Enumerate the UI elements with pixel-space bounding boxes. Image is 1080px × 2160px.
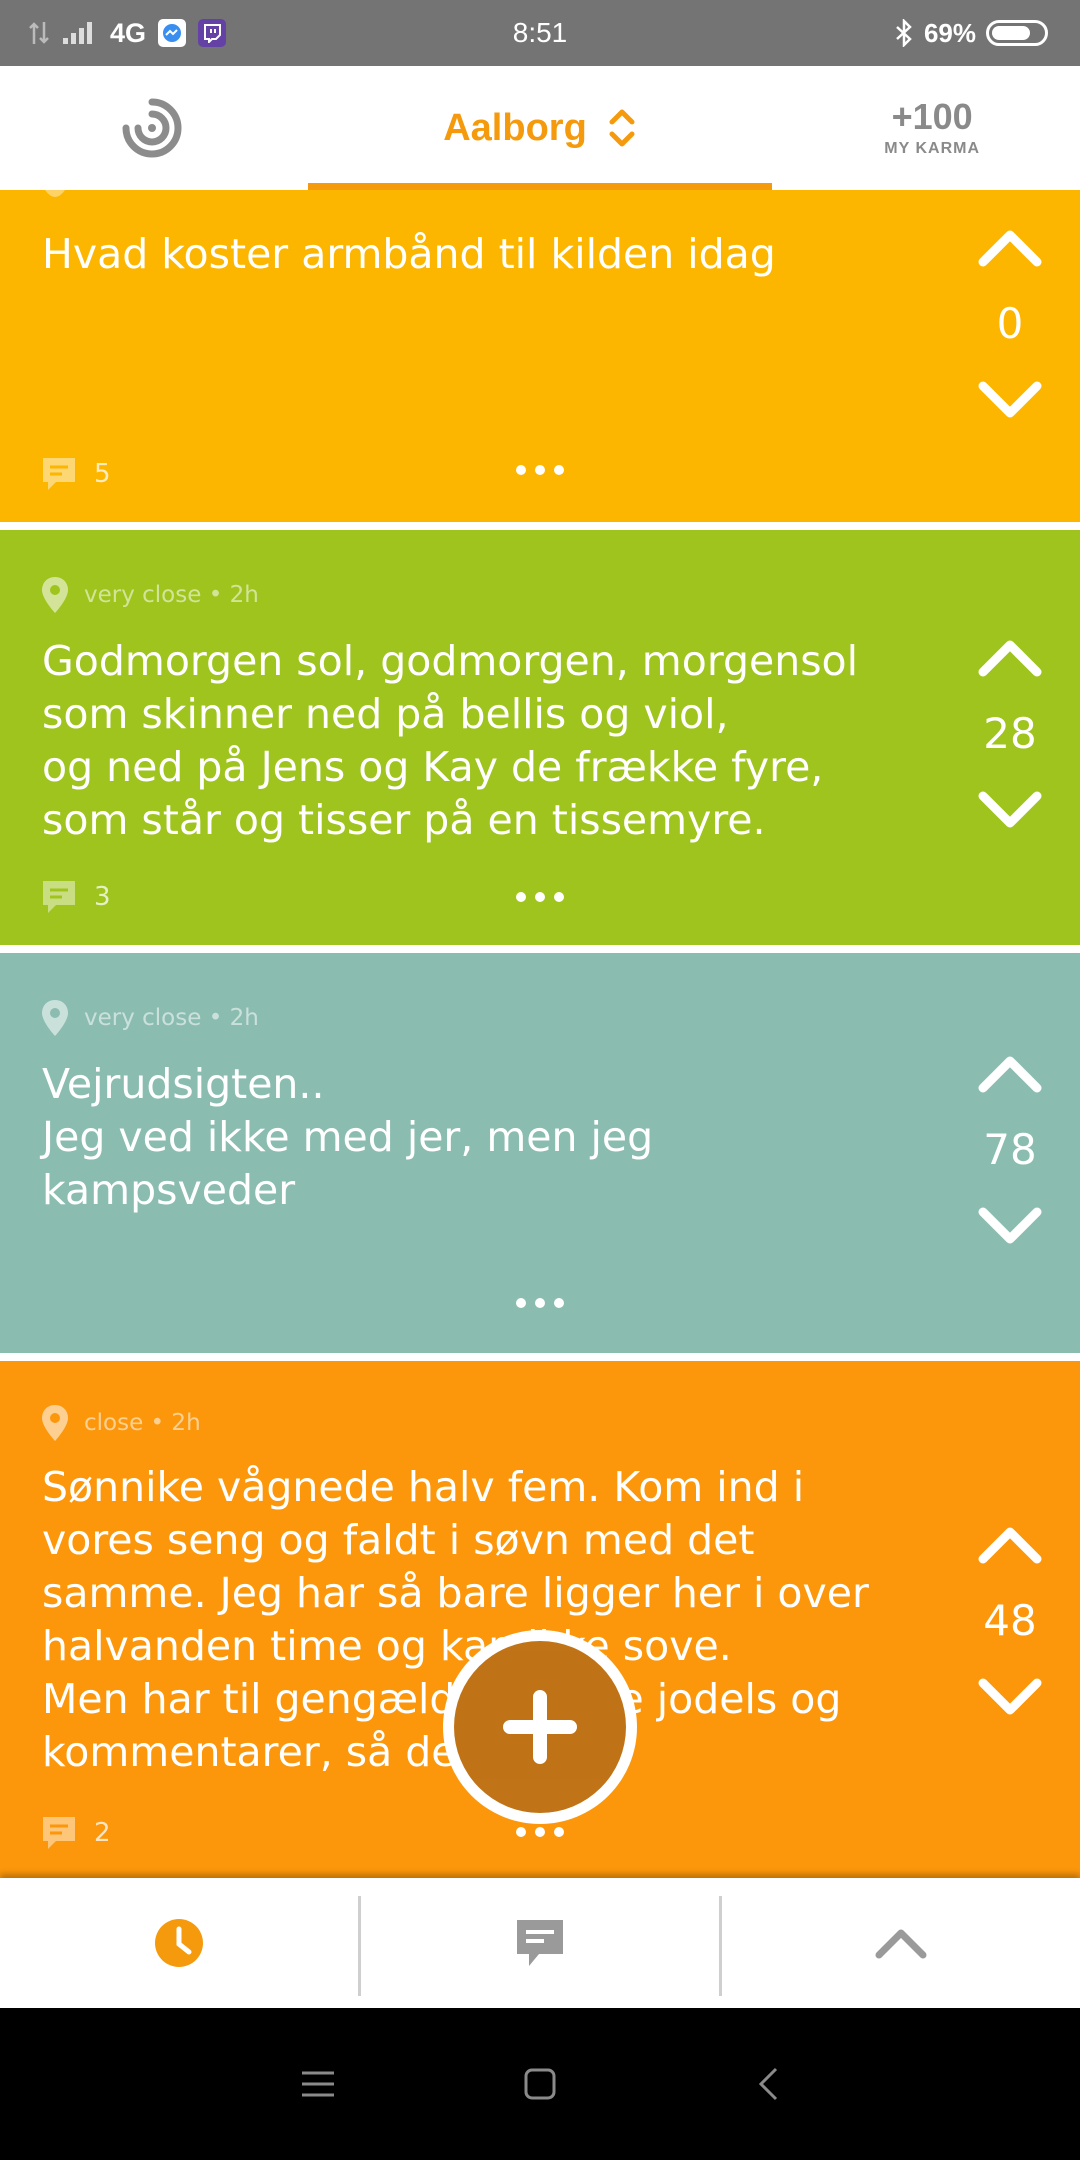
- bottom-navigation: [0, 1878, 1080, 2008]
- comment-icon: [43, 881, 75, 913]
- more-options-icon[interactable]: [516, 1827, 564, 1841]
- back-icon: [758, 2067, 778, 2101]
- upvote-icon[interactable]: [975, 1048, 1045, 1098]
- new-post-button[interactable]: [443, 1630, 637, 1824]
- bluetooth-icon: [896, 19, 912, 47]
- menu-icon: [302, 2071, 334, 2097]
- post-separator: [0, 1353, 1080, 1361]
- vote-count: 48: [983, 1596, 1037, 1645]
- vote-count: 78: [983, 1125, 1037, 1174]
- post-meta: very close • 2h: [40, 575, 259, 615]
- more-options-icon[interactable]: [516, 1298, 564, 1312]
- comment-count[interactable]: 5: [40, 455, 111, 493]
- vote-count: 28: [983, 709, 1037, 758]
- chevron-up-icon: [875, 1929, 927, 1959]
- post-meta: close • 2h: [40, 1403, 201, 1443]
- comment-count[interactable]: 2: [40, 1814, 111, 1852]
- karma-value: +100: [891, 96, 973, 137]
- back-button[interactable]: [738, 2054, 798, 2114]
- post-text: Hvad koster armbånd til kilden idag: [42, 230, 776, 278]
- comment-count-value: 2: [94, 1818, 111, 1848]
- battery-percent: 69%: [923, 17, 976, 48]
- tab-discussed[interactable]: [361, 1878, 719, 2008]
- home-button[interactable]: [510, 2054, 570, 2114]
- system-navigation-bar: [0, 2008, 1080, 2160]
- status-bar: 4G 8:51 69%: [0, 0, 1080, 66]
- location-pin-icon: [45, 190, 65, 197]
- downvote-icon[interactable]: [975, 376, 1045, 426]
- home-square-icon: [524, 2068, 556, 2100]
- active-tab-indicator: [308, 183, 772, 190]
- post-card[interactable]: very close • 2h Vejrudsigten.. Jeg ved i…: [0, 953, 1080, 1353]
- post-meta-text: close • 2h: [84, 1410, 201, 1436]
- vote-controls: 78: [970, 1048, 1050, 1252]
- karma-label: MY KARMA: [884, 140, 980, 157]
- post-meta-text: very close • 2h: [84, 1005, 259, 1031]
- plus-icon: [503, 1690, 577, 1764]
- vote-controls: 0: [970, 222, 1050, 426]
- comment-count-value: 3: [94, 882, 111, 912]
- location-pin-icon: [42, 1405, 68, 1441]
- comment-count[interactable]: 3: [40, 878, 111, 916]
- downvote-icon[interactable]: [975, 786, 1045, 836]
- post-text: Godmorgen sol, godmorgen, morgensol som …: [42, 637, 859, 844]
- tab-top[interactable]: [722, 1878, 1080, 2008]
- comment-count-value: 5: [94, 459, 111, 489]
- tab-recent[interactable]: [0, 1878, 358, 2008]
- vote-count: 0: [996, 299, 1024, 348]
- chevron-up-down-icon: [609, 109, 635, 147]
- post-card[interactable]: very close • 2h Godmorgen sol, godmorgen…: [0, 530, 1080, 945]
- clock-icon: [155, 1919, 203, 1967]
- top-app-bar: Aalborg +100 MY KARMA: [0, 66, 1080, 190]
- post-text: Vejrudsigten.. Jeg ved ikke med jer, men…: [42, 1060, 654, 1214]
- city-name: Aalborg: [443, 106, 587, 149]
- location-pin-icon: [42, 577, 68, 613]
- vote-controls: 48: [970, 1519, 1050, 1723]
- battery-icon: [986, 20, 1048, 46]
- more-options-icon[interactable]: [516, 465, 564, 479]
- upvote-icon[interactable]: [975, 222, 1045, 272]
- post-separator: [0, 522, 1080, 530]
- post-meta-text: very close • 2h: [84, 582, 259, 608]
- location-pin-icon: [42, 1000, 68, 1036]
- post-meta: very close • 2h: [40, 998, 259, 1038]
- status-right: 69%: [894, 0, 1048, 66]
- comment-icon: [43, 458, 75, 490]
- post-separator: [0, 945, 1080, 953]
- downvote-icon[interactable]: [975, 1202, 1045, 1252]
- downvote-icon[interactable]: [975, 1673, 1045, 1723]
- more-options-icon[interactable]: [516, 892, 564, 906]
- vote-controls: 28: [970, 632, 1050, 836]
- upvote-icon[interactable]: [975, 1519, 1045, 1569]
- post-card[interactable]: Hvad koster armbånd til kilden idag 0 5: [0, 190, 1080, 522]
- comment-icon: [517, 1920, 563, 1966]
- upvote-icon[interactable]: [975, 632, 1045, 682]
- karma-display[interactable]: +100 MY KARMA: [884, 96, 980, 158]
- menu-button[interactable]: [288, 2054, 348, 2114]
- new-post-button-inner: [454, 1641, 626, 1813]
- comment-icon: [43, 1817, 75, 1849]
